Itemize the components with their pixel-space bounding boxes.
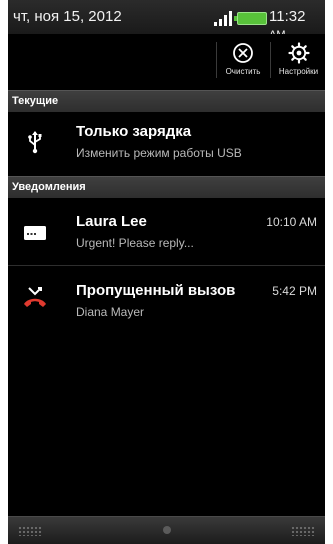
notification-panel: чт, ноя 15, 2012 11:32 AM Очистить [8,0,325,544]
divider [270,42,271,78]
battery-icon [234,12,267,25]
gear-icon [287,42,310,64]
notification-subtitle: Urgent! Please reply... [76,236,194,250]
section-header-current: Текущие [8,90,325,112]
handle-knob [163,526,171,534]
missed-call-icon [24,287,46,307]
action-bar: Очистить Настройки [8,34,325,84]
ongoing-item-usb[interactable]: Только зарядка Изменить режим работы USB [8,112,325,176]
message-icon [24,226,46,240]
notification-title: Laura Lee [76,213,147,230]
notification-subtitle: Diana Mayer [76,305,145,319]
clear-label: Очистить [225,67,261,76]
notification-item-message[interactable]: Laura Lee Urgent! Please reply... 10:10 … [8,198,325,265]
grip-dots-left [18,526,42,536]
ongoing-subtitle: Изменить режим работы USB [76,146,242,160]
status-bar: чт, ноя 15, 2012 11:32 AM [8,0,325,41]
clear-icon [233,43,253,63]
clear-button[interactable]: Очистить [218,34,268,84]
status-date: чт, ноя 15, 2012 [13,8,122,25]
settings-button[interactable]: Настройки [272,34,325,84]
section-header-notifications: Уведомления [8,176,325,198]
grip-dots-right [291,526,315,536]
panel-drag-handle[interactable] [8,516,325,544]
notification-time: 5:42 PM [272,284,317,298]
notification-title: Пропущенный вызов [76,282,236,299]
ongoing-title: Только зарядка [76,123,192,140]
divider [216,42,217,78]
signal-icon [214,11,232,26]
notification-item-missed-call[interactable]: Пропущенный вызов Diana Mayer 5:42 PM [8,266,325,330]
settings-label: Настройки [278,67,319,76]
usb-icon [28,131,42,154]
notification-time: 10:10 AM [266,215,317,229]
